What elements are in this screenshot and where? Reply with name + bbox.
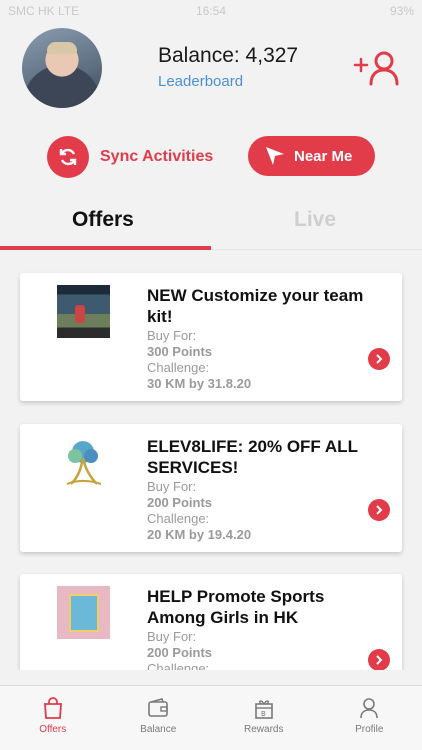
location-arrow-icon: [266, 147, 284, 165]
tabbar-balance[interactable]: Balance: [106, 686, 212, 750]
offers-list[interactable]: NEW Customize your team kit! Buy For: 30…: [0, 252, 422, 670]
chevron-right-icon[interactable]: [368, 348, 390, 370]
chevron-right-icon[interactable]: [368, 649, 390, 670]
offer-price: 200 Points: [147, 645, 213, 660]
person-icon: [360, 698, 379, 719]
sync-activities-button[interactable]: Sync Activities: [47, 136, 213, 178]
offer-title: HELP Promote Sports Among Girls in HK: [147, 587, 325, 627]
offer-price: 200 Points: [147, 495, 213, 510]
tabbar-profile[interactable]: Profile: [317, 686, 422, 750]
tabbar-rewards[interactable]: B Rewards: [211, 686, 317, 750]
challenge-label: Challenge:: [147, 360, 210, 375]
offer-meta: Buy For: 300 Points Challenge: 30 KM by …: [147, 328, 347, 392]
offer-title: ELEV8LIFE: 20% OFF ALL SERVICES!: [147, 437, 358, 477]
offer-thumbnail-help-girls: [57, 586, 110, 639]
status-time: 16:54: [195, 4, 227, 18]
offer-card[interactable]: NEW Customize your team kit! Buy For: 30…: [20, 273, 402, 401]
near-me-button[interactable]: Near Me: [248, 136, 375, 176]
buy-for-label: Buy For:: [147, 629, 197, 644]
wallet-icon: [148, 698, 169, 717]
offer-thumbnail-elev8life: [66, 441, 102, 485]
sync-activities-label: Sync Activities: [100, 148, 214, 165]
offer-meta: Buy For: 200 Points Challenge: 20 KM by …: [147, 479, 347, 543]
active-tab-indicator: [0, 246, 211, 250]
add-friend-icon[interactable]: [352, 50, 400, 86]
offer-meta: Buy For: 200 Points Challenge:: [147, 629, 347, 670]
chevron-right-icon[interactable]: [368, 499, 390, 521]
svg-text:B: B: [261, 710, 266, 718]
tabbar-rewards-label: Rewards: [244, 724, 284, 735]
balance-text: Balance: 4,327: [158, 44, 299, 67]
offer-title: NEW Customize your team kit!: [147, 286, 364, 326]
gift-icon: B: [254, 700, 273, 719]
offer-price: 300 Points: [147, 344, 213, 359]
tab-offers[interactable]: Offers: [72, 208, 134, 232]
tabbar-profile-label: Profile: [355, 724, 384, 735]
challenge-label: Challenge:: [147, 661, 210, 670]
bottom-tab-bar: Offers Balance B Rewards Profile: [0, 685, 422, 750]
tab-live[interactable]: Live: [294, 208, 336, 232]
sync-icon: [47, 136, 89, 178]
shopping-bag-icon: [43, 697, 62, 719]
leaderboard-link[interactable]: Leaderboard: [158, 73, 243, 90]
tabbar-balance-label: Balance: [140, 724, 177, 735]
offer-challenge: 20 KM by 19.4.20: [147, 527, 252, 542]
offer-card[interactable]: HELP Promote Sports Among Girls in HK Bu…: [20, 574, 402, 670]
offer-thumbnail-team-kit: [57, 285, 110, 338]
near-me-label: Near Me: [294, 147, 353, 165]
challenge-label: Challenge:: [147, 511, 210, 526]
buy-for-label: Buy For:: [147, 328, 197, 343]
tabbar-offers-label: Offers: [39, 724, 67, 735]
offer-challenge: 30 KM by 31.8.20: [147, 376, 252, 391]
buy-for-label: Buy For:: [147, 479, 197, 494]
status-bar: SMC HK LTE 16:54 93%: [0, 0, 422, 22]
offer-card[interactable]: ELEV8LIFE: 20% OFF ALL SERVICES! Buy For…: [20, 424, 402, 552]
avatar[interactable]: [22, 28, 102, 108]
tabbar-offers[interactable]: Offers: [0, 686, 106, 750]
